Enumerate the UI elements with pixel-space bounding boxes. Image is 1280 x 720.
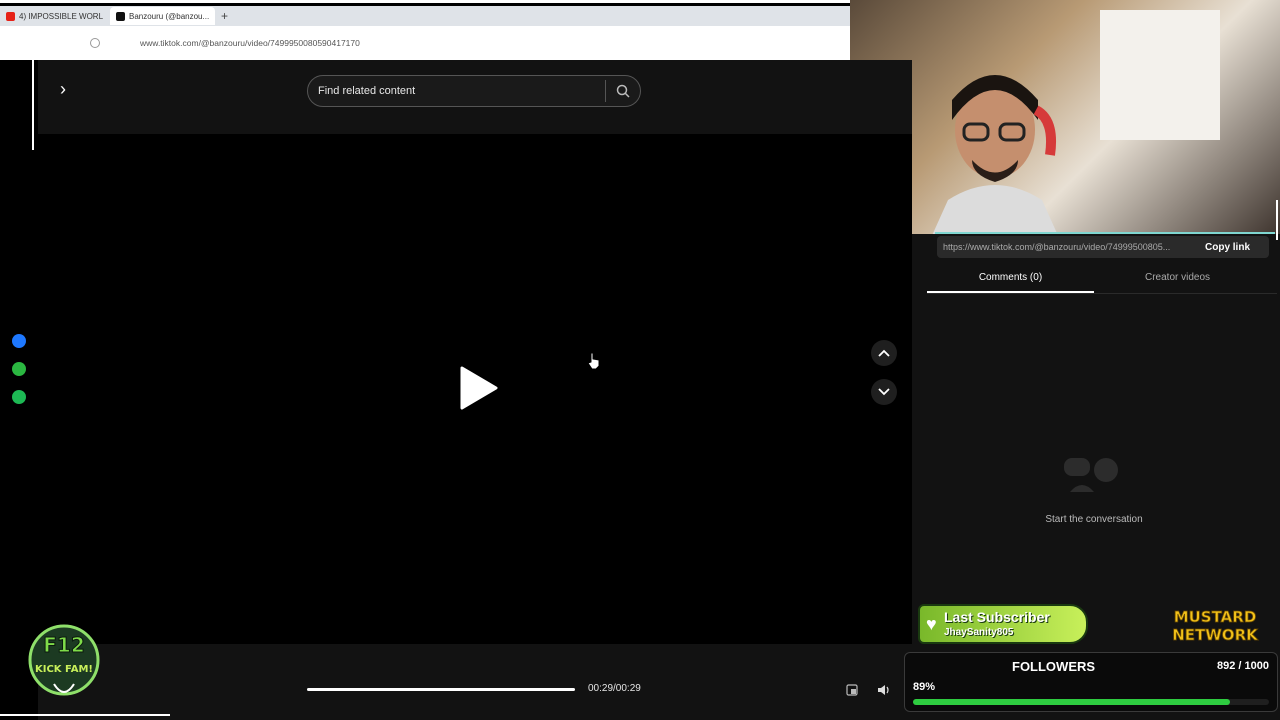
chevron-right-icon[interactable]: › xyxy=(52,78,74,100)
search-input[interactable] xyxy=(308,85,605,97)
svg-text:NETWORK: NETWORK xyxy=(1172,626,1259,644)
chevron-down-icon xyxy=(878,388,890,396)
last-subscriber-widget: ♥ Last Subscriber JhaySanity805 xyxy=(918,604,1088,644)
svg-text:KICK FAM!: KICK FAM! xyxy=(35,664,93,675)
messenger-icon[interactable] xyxy=(12,334,26,348)
chevron-up-icon xyxy=(878,349,890,357)
followers-title: FOLLOWERS xyxy=(1012,659,1096,674)
screen: 4) IMPOSSIBLE WORL Banzouru (@banzou... … xyxy=(0,0,1280,720)
tiktok-icon xyxy=(116,11,125,21)
svg-text:MUSTARD: MUSTARD xyxy=(1174,608,1257,626)
f12-kick-fam-logo: F12 KICK FAM! xyxy=(28,624,100,696)
reload-icon[interactable] xyxy=(90,38,100,48)
video-player[interactable] xyxy=(38,134,912,644)
volume-icon[interactable] xyxy=(874,680,894,700)
followers-count: 892 / 1000 xyxy=(1217,660,1269,672)
whatsapp-icon[interactable] xyxy=(12,362,26,376)
share-url: https://www.tiktok.com/@banzouru/video/7… xyxy=(943,242,1171,252)
url-text: www.tiktok.com/@banzouru/video/749995008… xyxy=(140,38,360,48)
frame-left-line xyxy=(32,60,34,150)
empty-state-text: Start the conversation xyxy=(1045,514,1143,525)
seek-bar[interactable] xyxy=(307,688,575,691)
tab-comments[interactable]: Comments (0) xyxy=(927,268,1094,293)
followers-goal-widget: FOLLOWERS 892 / 1000 89% xyxy=(904,652,1278,712)
frame-bottom-line xyxy=(0,714,170,716)
frame-top-line xyxy=(0,0,850,3)
heart-icon: ♥ xyxy=(926,614,937,634)
browser-tab[interactable]: 4) IMPOSSIBLE WORL xyxy=(0,8,110,24)
copy-link-button[interactable]: Copy link xyxy=(1205,242,1250,253)
followers-progress-track xyxy=(913,699,1269,705)
frame-right-line xyxy=(1276,200,1278,240)
previous-video-button[interactable] xyxy=(871,340,897,366)
pip-icon[interactable] xyxy=(842,680,862,700)
svg-text:F12: F12 xyxy=(43,633,85,657)
player-controls: 00:29/00:29 xyxy=(38,644,912,720)
conversation-icon xyxy=(1064,458,1118,492)
spotify-icon[interactable] xyxy=(12,390,26,404)
next-video-button[interactable] xyxy=(871,379,897,405)
tab-creator-videos[interactable]: Creator videos xyxy=(1094,268,1261,293)
share-link-bar: https://www.tiktok.com/@banzouru/video/7… xyxy=(937,236,1269,258)
browser-tab-active[interactable]: Banzouru (@banzou... xyxy=(110,7,215,25)
last-subscriber-title: Last Subscriber xyxy=(944,609,1050,625)
followers-progress-fill xyxy=(913,699,1230,705)
new-tab-button[interactable]: + xyxy=(221,9,228,23)
streamer-image xyxy=(930,75,1060,240)
play-icon[interactable] xyxy=(458,366,498,410)
tiktok-header: › xyxy=(38,60,912,134)
webcam-overlay xyxy=(850,0,1280,240)
mustard-network-logo: MUSTARD NETWORK xyxy=(1172,608,1260,644)
comments-panel: https://www.tiktok.com/@banzouru/video/7… xyxy=(912,234,1280,720)
webcam-window-light xyxy=(1100,10,1220,140)
last-subscriber-name: JhaySanity805 xyxy=(944,627,1014,638)
address-bar[interactable]: www.tiktok.com/@banzouru/video/749995008… xyxy=(0,26,850,60)
youtube-icon xyxy=(6,11,15,21)
followers-percent: 89% xyxy=(913,681,936,693)
browser-tab-bar: 4) IMPOSSIBLE WORL Banzouru (@banzou... … xyxy=(0,6,850,26)
search-bar xyxy=(307,75,641,107)
time-display: 00:29/00:29 xyxy=(588,683,641,694)
mouse-cursor-icon xyxy=(587,352,600,370)
search-icon[interactable] xyxy=(606,76,640,106)
panel-tabs: Comments (0) Creator videos xyxy=(927,268,1277,294)
